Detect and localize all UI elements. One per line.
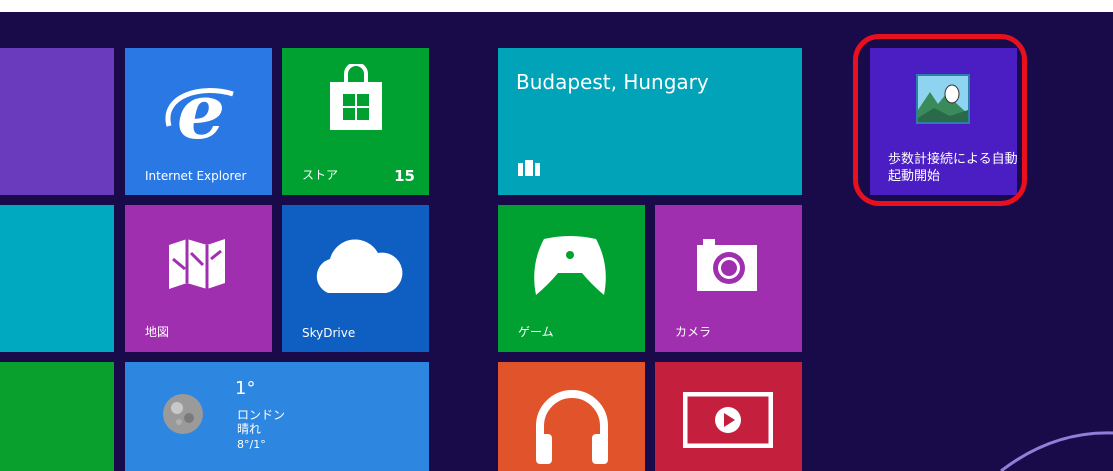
top-edge [0, 0, 1113, 12]
weather-range: 8°/1° [237, 438, 266, 451]
tile-maps[interactable]: 地図 [125, 205, 272, 352]
tile-label: 地図 [145, 325, 170, 339]
tile-weather[interactable]: 1° ロンドン 晴れ 8°/1° [125, 362, 429, 471]
weather-condition: 晴れ [237, 422, 262, 436]
tile-partial-purple[interactable] [0, 48, 114, 195]
tile-music[interactable] [498, 362, 645, 471]
tile-games[interactable]: ゲーム [498, 205, 645, 352]
tile-weather-city[interactable]: Budapest, Hungary [498, 48, 802, 195]
svg-text:e: e [177, 76, 225, 156]
tile-store[interactable]: ストア 15 [282, 48, 429, 195]
store-bag-icon [330, 64, 382, 130]
moon-icon [163, 394, 203, 434]
tile-video[interactable] [655, 362, 802, 471]
play-icon [683, 392, 773, 448]
camera-icon [697, 239, 757, 291]
highlight-ring [853, 34, 1027, 206]
tile-camera[interactable]: カメラ [655, 205, 802, 352]
tile-internet-explorer[interactable]: e Internet Explorer [125, 48, 272, 195]
city-title: Budapest, Hungary [516, 70, 709, 94]
tile-label: ゲーム [518, 325, 554, 339]
briefcase-icon [518, 160, 540, 176]
tile-label: SkyDrive [302, 326, 356, 340]
notification-badge: 15 [394, 167, 415, 185]
tile-label: ストア [302, 168, 339, 182]
cloud-icon [316, 239, 403, 293]
decorative-arc [1000, 431, 1113, 471]
headphones-icon [536, 390, 608, 464]
tile-partial-teal[interactable] [0, 205, 114, 352]
ie-icon: e [165, 76, 234, 156]
tile-label: Internet Explorer [145, 169, 247, 183]
tile-partial-green[interactable] [0, 362, 114, 471]
tile-skydrive[interactable]: SkyDrive [282, 205, 429, 352]
map-icon [169, 239, 225, 289]
weather-temp: 1° [235, 378, 256, 399]
tile-label: カメラ [675, 325, 712, 339]
game-controller-icon [534, 236, 606, 295]
weather-city: ロンドン [237, 408, 286, 422]
